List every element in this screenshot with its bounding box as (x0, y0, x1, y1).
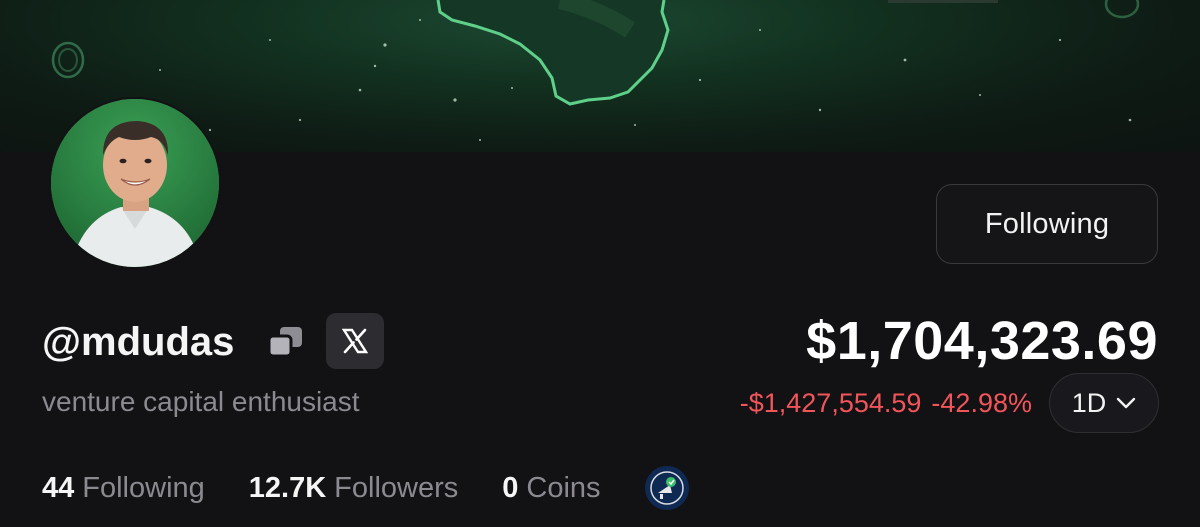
stat-count: 12.7K (248, 472, 327, 504)
x-profile-button[interactable] (326, 313, 384, 369)
portfolio-balance: $1,704,323.69 (806, 311, 1158, 371)
stat-coins[interactable]: 0 Coins (502, 468, 600, 508)
stat-followers[interactable]: 12.7K Followers (249, 468, 458, 508)
stat-label: Coins (526, 472, 601, 504)
profile-stats: 44 Following 12.7K Followers 0 Coins (42, 466, 689, 510)
stat-label: Followers (334, 472, 459, 504)
profile-page: Following @mdudas venture capital enthus… (0, 0, 1200, 527)
chevron-down-icon (1117, 397, 1136, 409)
x-logo-icon (342, 328, 368, 354)
change-amount: -$1,427,554.59 (739, 388, 922, 418)
profile-avatar[interactable] (51, 99, 219, 267)
stat-following[interactable]: 44 Following (42, 468, 205, 508)
copy-icon[interactable] (266, 324, 306, 360)
period-selector[interactable]: 1D (1049, 373, 1159, 433)
profile-handle: @mdudas (42, 320, 235, 364)
profile-bio: venture capital enthusiast (42, 386, 360, 417)
balance-change: -$1,427,554.59 -42.98% (740, 386, 1032, 420)
stat-count: 0 (502, 472, 519, 504)
stat-label: Following (82, 472, 205, 504)
period-label: 1D (1071, 387, 1107, 418)
stat-count: 44 (42, 472, 75, 504)
avatar-image (51, 99, 219, 267)
following-button[interactable]: Following (936, 184, 1158, 264)
badge-icon[interactable] (644, 466, 689, 510)
change-percent: -42.98% (931, 388, 1032, 418)
